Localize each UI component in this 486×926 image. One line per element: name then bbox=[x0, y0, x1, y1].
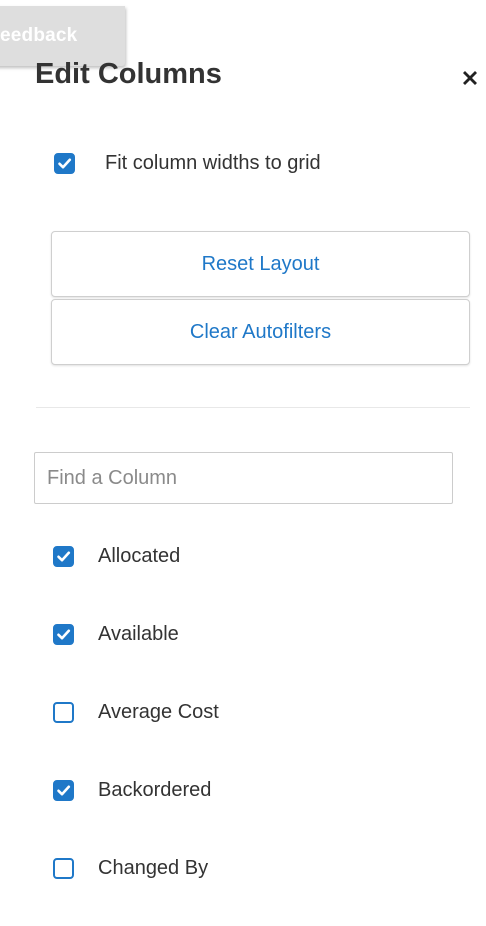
column-label: Available bbox=[98, 622, 179, 645]
fit-columns-option[interactable]: Fit column widths to grid bbox=[54, 148, 321, 178]
clear-autofilters-button[interactable]: Clear Autofilters bbox=[51, 299, 470, 365]
divider bbox=[36, 407, 470, 408]
column-item[interactable]: Allocated bbox=[53, 536, 219, 576]
column-item[interactable]: Changed By bbox=[53, 848, 219, 888]
close-icon bbox=[463, 71, 477, 85]
column-checkbox[interactable] bbox=[53, 857, 74, 879]
column-label: Backordered bbox=[98, 778, 212, 801]
column-checkbox[interactable] bbox=[53, 779, 74, 801]
column-item[interactable]: Available bbox=[53, 614, 219, 654]
column-item[interactable]: Average Cost bbox=[53, 692, 219, 732]
find-column-input[interactable] bbox=[34, 452, 453, 504]
fit-columns-checkbox[interactable] bbox=[54, 152, 75, 174]
checkmark-icon bbox=[57, 785, 71, 795]
panel-title: Edit Columns bbox=[35, 58, 222, 90]
fit-columns-label: Fit column widths to grid bbox=[105, 151, 321, 174]
checkmark-icon bbox=[58, 158, 72, 168]
checkmark-icon bbox=[57, 551, 71, 561]
column-label: Allocated bbox=[98, 544, 181, 567]
checkmark-icon bbox=[57, 629, 71, 639]
column-item[interactable]: Backordered bbox=[53, 770, 219, 810]
close-button[interactable] bbox=[459, 67, 481, 89]
column-label: Changed By bbox=[98, 856, 209, 879]
column-checkbox[interactable] bbox=[53, 623, 74, 645]
column-checkbox[interactable] bbox=[53, 701, 74, 723]
column-checkbox[interactable] bbox=[53, 545, 74, 567]
column-list: Allocated Available Average Cost Backord… bbox=[53, 536, 219, 926]
reset-layout-button[interactable]: Reset Layout bbox=[51, 231, 470, 297]
column-label: Average Cost bbox=[98, 700, 219, 723]
feedback-label: eedback bbox=[0, 25, 78, 46]
